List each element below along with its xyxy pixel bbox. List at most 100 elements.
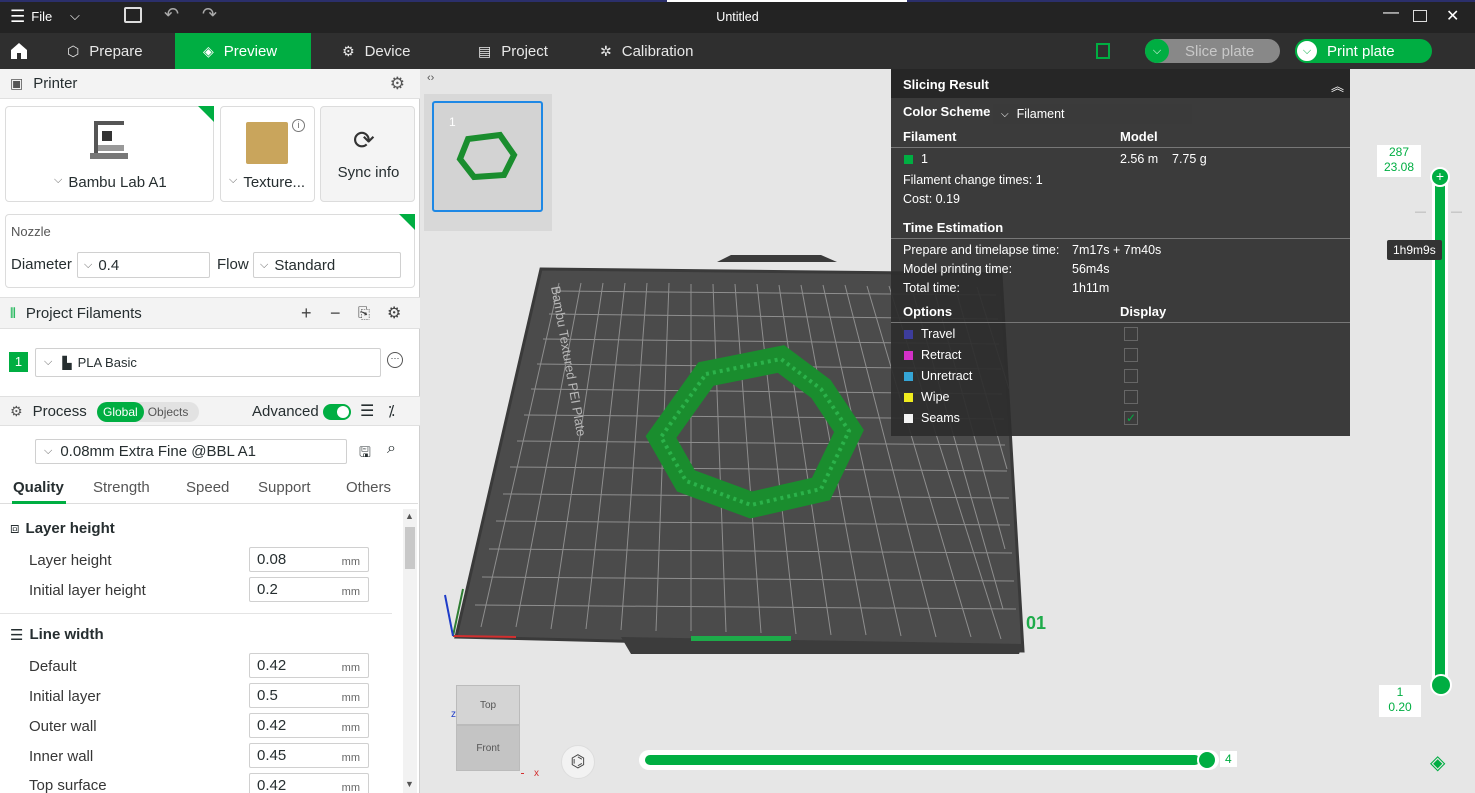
view-cube-front[interactable]: Front xyxy=(456,725,520,771)
chevron-down-icon: ⌵ xyxy=(54,174,63,186)
plate-texture-icon xyxy=(246,122,288,164)
spool-icon: ▙ xyxy=(62,355,72,370)
seams-checkbox[interactable]: ✓ xyxy=(1124,411,1138,425)
scroll-down-icon[interactable]: ▼ xyxy=(405,779,414,789)
layer-top-label: 287 23.08 xyxy=(1377,145,1421,177)
scroll-up-icon[interactable]: ▲ xyxy=(405,511,414,521)
wipe-checkbox[interactable] xyxy=(1124,390,1138,404)
tab-others[interactable]: Others xyxy=(346,479,391,496)
tab-quality[interactable]: Quality xyxy=(13,479,64,496)
flow-select[interactable]: ⌵ Standard xyxy=(253,252,401,278)
home-button[interactable] xyxy=(0,33,37,69)
home-icon xyxy=(10,43,27,59)
printer-section-header: ▣ Printer ⚙ xyxy=(0,69,420,99)
move-slider-value: 4 xyxy=(1220,751,1237,767)
travel-swatch xyxy=(904,330,913,339)
layers-icon[interactable]: ◈ xyxy=(1430,750,1445,775)
line-width-inner-input[interactable]: 0.45 mm xyxy=(249,743,369,768)
save-preset-icon[interactable]: 🖫 xyxy=(359,442,371,466)
filaments-section-header: ⫴ Project Filaments + − ⎘ ⚙ xyxy=(0,297,420,329)
close-icon[interactable]: ✕ xyxy=(1446,6,1459,26)
selected-corner xyxy=(399,214,415,230)
tab-calibration[interactable]: ✲ Calibration xyxy=(590,33,730,69)
chevron-down-icon: ⌵ xyxy=(229,174,238,186)
plate-type-card[interactable]: i ⌵ Texture... xyxy=(220,106,315,202)
line-width-default-input[interactable]: 0.42 mm xyxy=(249,653,369,678)
process-preset-select[interactable]: ⌵ 0.08mm Extra Fine @BBL A1 xyxy=(35,439,347,464)
window-title: Untitled xyxy=(716,10,759,24)
selected-corner xyxy=(198,106,214,122)
maximize-icon[interactable] xyxy=(1413,10,1427,22)
scroll-thumb[interactable] xyxy=(405,527,415,569)
search-icon[interactable]: ⌕ xyxy=(387,440,396,458)
tab-strength[interactable]: Strength xyxy=(93,479,150,496)
chevron-down-icon: ⌵ xyxy=(260,258,269,271)
title-bar: ☰ File ⌵ ↶ ↷ Untitled — ✕ xyxy=(0,0,1475,33)
chevron-down-icon[interactable]: ⌵ xyxy=(1145,39,1169,63)
initial-layer-height-input[interactable]: 0.2 mm xyxy=(249,577,369,602)
tab-support[interactable]: Support xyxy=(258,479,311,496)
compare-icon[interactable]: ⁒ xyxy=(388,402,395,420)
tab-preview[interactable]: ◈ Preview xyxy=(175,33,311,69)
global-objects-toggle[interactable]: Global Objects xyxy=(97,402,199,422)
move-slider-thumb[interactable] xyxy=(1197,750,1217,770)
layout-icon[interactable] xyxy=(1096,43,1110,59)
layer-height-input[interactable]: 0.08 mm xyxy=(249,547,369,572)
chevron-down-icon[interactable]: ⌵ xyxy=(1295,39,1319,63)
nozzle-diameter-select[interactable]: ⌵ 0.4 xyxy=(77,252,210,278)
tab-speed[interactable]: Speed xyxy=(186,479,229,496)
unretract-checkbox[interactable] xyxy=(1124,369,1138,383)
retract-checkbox[interactable] xyxy=(1124,348,1138,362)
seams-swatch xyxy=(904,414,913,423)
left-sidebar: ▣ Printer ⚙ ⌵ Bambu Lab A1 i ⌵ Texture..… xyxy=(0,69,420,793)
sync-info-button[interactable]: ⟳ Sync info xyxy=(320,106,415,202)
auto-fit-icon[interactable]: ⌬ xyxy=(561,745,595,779)
toggle-objects[interactable]: Objects xyxy=(144,402,193,422)
settings-scrollbar[interactable]: ▲ ▼ xyxy=(403,509,417,793)
toggle-global[interactable]: Global xyxy=(97,402,144,422)
tab-project[interactable]: ▤ Project xyxy=(466,33,586,69)
print-plate-button[interactable]: ⌵ Print plate xyxy=(1295,39,1432,63)
group-header-layer-height: ⧈ Layer height xyxy=(10,520,115,537)
tab-device[interactable]: ⚙ Device xyxy=(330,33,450,69)
checkmark-icon: ✓ xyxy=(1125,411,1137,425)
add-icon[interactable]: + xyxy=(301,303,312,324)
filament-select[interactable]: ⌵ ▙ PLA Basic xyxy=(35,348,381,377)
slicing-result-panel: Slicing Result ︽ Color Scheme ⌵ Filament… xyxy=(891,69,1350,436)
minimize-icon[interactable]: — xyxy=(1383,4,1399,22)
nozzle-card: Nozzle Diameter ⌵ 0.4 Flow ⌵ Standard xyxy=(5,214,415,288)
axis-x-label: x xyxy=(534,768,539,779)
gear-icon[interactable]: ⚙ xyxy=(387,303,401,323)
plate-name: Texture... xyxy=(243,174,306,191)
gear-icon[interactable]: ⚙ xyxy=(390,74,405,94)
info-icon[interactable]: i xyxy=(292,119,305,132)
view-cube[interactable]: Top Front xyxy=(456,685,520,773)
list-icon[interactable]: ☰ xyxy=(360,401,374,421)
slice-plate-button[interactable]: ⌵ Slice plate xyxy=(1145,39,1280,63)
plate-number: 01 xyxy=(1026,613,1046,633)
remove-icon[interactable]: − xyxy=(330,303,341,324)
more-icon[interactable]: ··· xyxy=(387,352,403,368)
process-icon: ⚙ xyxy=(10,402,23,419)
title-progress xyxy=(667,0,907,2)
printer-card[interactable]: ⌵ Bambu Lab A1 xyxy=(5,106,214,202)
printer-name: Bambu Lab A1 xyxy=(68,174,167,191)
tab-prepare[interactable]: ⬡ Prepare xyxy=(55,33,175,69)
wipe-swatch xyxy=(904,393,913,402)
layer-bottom-thumb[interactable] xyxy=(1430,674,1452,696)
chevron-down-icon: ⌵ xyxy=(1001,108,1009,120)
line-width-initial-input[interactable]: 0.5 mm xyxy=(249,683,369,708)
advanced-switch[interactable] xyxy=(323,404,351,420)
filament-index[interactable]: 1 xyxy=(9,352,28,372)
travel-checkbox[interactable] xyxy=(1124,327,1138,341)
process-section-header: ⚙ Process Global Objects Advanced ☰ ⁒ xyxy=(0,396,420,426)
move-slider[interactable] xyxy=(639,750,1219,770)
collapse-icon[interactable]: ︽ xyxy=(1331,76,1344,95)
line-width-outer-input[interactable]: 0.42 mm xyxy=(249,713,369,738)
color-scheme-select[interactable]: ⌵ Filament xyxy=(993,104,1192,124)
line-width-top-input[interactable]: 0.42 mm xyxy=(249,773,369,793)
view-cube-top[interactable]: Top xyxy=(456,685,520,725)
layer-top-thumb[interactable]: + xyxy=(1430,167,1450,187)
printer-icon: ▣ xyxy=(10,75,24,91)
sync-filament-icon[interactable]: ⎘ xyxy=(358,305,370,322)
